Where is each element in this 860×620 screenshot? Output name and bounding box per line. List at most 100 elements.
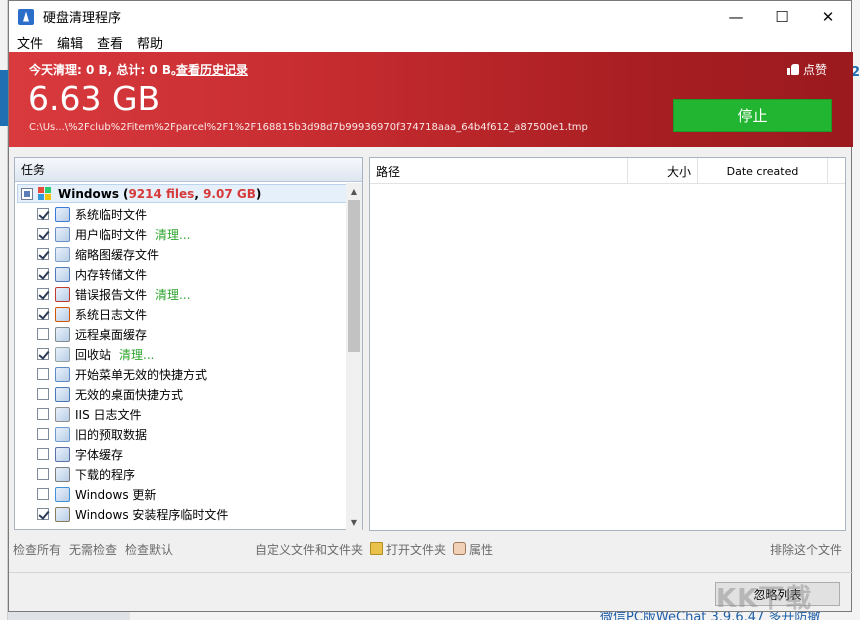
task-item-checkbox[interactable] [37,508,49,520]
task-item-checkbox[interactable] [37,308,49,320]
task-item-label: Windows 安装程序临时文件 [75,507,229,522]
task-item[interactable]: 系统日志文件 [37,304,147,324]
background-window-bottom: 微信PC版WeChat 3.9.6.47 多开防撤 [130,612,860,620]
task-item-checkbox[interactable] [37,428,49,440]
stop-button[interactable]: 停止 [673,99,832,132]
prefetch-icon [55,426,70,442]
tree-root-windows[interactable]: Windows (9214 files, 9.07 GB) [17,184,347,203]
root-size: 9.07 GB [203,186,256,201]
task-item[interactable]: 远程桌面缓存 [37,324,147,344]
root-label: Windows [58,186,119,201]
task-item-status: 清理... [155,227,191,242]
task-item[interactable]: 系统临时文件 [37,204,147,224]
open-folder-link[interactable]: 打开文件夹 [386,541,446,558]
menu-bar: 文件 编辑 查看 帮助 [9,32,851,52]
task-item[interactable]: IIS 日志文件 [37,404,142,424]
check-default-link[interactable]: 检查默认 [125,541,173,558]
task-item[interactable]: 无效的桌面快捷方式 [37,384,183,404]
current-file-path: C:\Us...\%2Fclub%2Fitem%2Fparcel%2F1%2F1… [29,122,588,133]
task-item-checkbox[interactable] [37,368,49,380]
task-item-checkbox[interactable] [37,268,49,280]
column-date-created[interactable]: Date created [698,158,828,184]
task-item-label: Windows 更新 [75,487,157,502]
task-item-label: 回收站 [75,347,112,362]
root-checkbox[interactable] [21,187,33,200]
windows-flag-icon [55,206,70,222]
task-item[interactable]: 下载的程序 [37,464,135,484]
task-item-checkbox[interactable] [37,228,49,240]
maximize-button[interactable]: ☐ [759,1,805,32]
background-blue-strip [0,70,8,126]
task-item-label: 旧的预取数据 [75,427,148,442]
task-item[interactable]: Windows 安装程序临时文件 [37,504,228,524]
status-banner: 今天清理: 0 B, 总计: 0 B。 查看历史记录 点赞 6.63 GB C:… [9,52,853,147]
close-button[interactable]: ✕ [805,1,851,32]
task-item-label: 字体缓存 [75,447,124,462]
task-item-label: IIS 日志文件 [75,407,142,422]
task-scrollbar[interactable]: ▲ ▼ [346,183,362,530]
like-button[interactable]: 点赞 [786,61,827,78]
menu-help[interactable]: 帮助 [131,33,169,52]
recycle-bin-icon [55,346,70,362]
window-controls: — ☐ ✕ [713,1,851,32]
installer-icon [55,506,70,522]
task-item[interactable]: 错误报告文件 清理... [37,284,190,304]
file-list-panel: 路径 大小 Date created [369,157,846,531]
task-item[interactable]: 回收站 清理... [37,344,154,364]
column-path[interactable]: 路径 [370,158,628,184]
task-item-label: 下载的程序 [75,467,136,482]
error-report-icon [55,286,70,302]
title-bar[interactable]: 硬盘清理程序 — ☐ ✕ [9,1,851,32]
task-item-checkbox[interactable] [37,468,49,480]
column-size[interactable]: 大小 [628,158,698,184]
scroll-thumb[interactable] [348,200,360,352]
file-list-header: 路径 大小 Date created [370,158,845,184]
check-all-link[interactable]: 检查所有 [13,541,61,558]
task-item-checkbox[interactable] [37,208,49,220]
menu-view[interactable]: 查看 [91,33,129,52]
task-panel: 任务 Windows (9214 files, 9.07 GB) 系统临时文件用… [14,157,363,530]
task-item[interactable]: Windows 更新 [37,484,156,504]
today-summary: 今天清理: 0 B, 总计: 0 B。 [29,63,184,77]
task-item[interactable]: 用户临时文件 清理... [37,224,190,244]
task-item[interactable]: 开始菜单无效的快捷方式 [37,364,207,384]
background-window-left [0,0,8,620]
task-item-label: 缩略图缓存文件 [75,247,160,262]
background-window-right: 2 [851,0,860,620]
task-item-checkbox[interactable] [37,408,49,420]
window-title: 硬盘清理程序 [43,11,122,26]
task-item-checkbox[interactable] [37,348,49,360]
task-item-checkbox[interactable] [37,388,49,400]
task-item[interactable]: 字体缓存 [37,444,123,464]
properties-hand-icon [453,542,466,555]
task-item-label: 无效的桌面快捷方式 [75,387,184,402]
task-item-checkbox[interactable] [37,488,49,500]
update-icon [55,486,70,502]
task-item-label: 用户临时文件 [75,227,148,242]
custom-files-link[interactable]: 自定义文件和文件夹 [255,541,363,558]
minimize-button[interactable]: — [713,1,759,32]
history-link[interactable]: 查看历史记录 [176,61,248,78]
total-size: 6.63 GB [28,79,161,118]
menu-edit[interactable]: 编辑 [51,33,89,52]
exclude-file-link[interactable]: 排除这个文件 [770,541,842,558]
task-item-checkbox[interactable] [37,448,49,460]
check-none-link[interactable]: 无需检查 [69,541,117,558]
scroll-down-arrow-icon[interactable]: ▼ [346,514,362,530]
task-item-label: 远程桌面缓存 [75,327,148,342]
task-item-label: 内存转储文件 [75,267,148,282]
task-item-label: 开始菜单无效的快捷方式 [75,367,208,382]
task-item[interactable]: 旧的预取数据 [37,424,147,444]
task-item-checkbox[interactable] [37,328,49,340]
ignore-list-button[interactable]: 忽略列表 [715,582,840,606]
task-item-checkbox[interactable] [37,288,49,300]
scroll-up-arrow-icon[interactable]: ▲ [346,183,362,199]
font-icon [55,446,70,462]
menu-file[interactable]: 文件 [11,33,49,52]
properties-link[interactable]: 属性 [469,541,493,558]
task-item[interactable]: 缩略图缓存文件 [37,244,159,264]
task-item-label: 系统临时文件 [75,207,148,222]
memory-icon [55,266,70,282]
task-item-checkbox[interactable] [37,248,49,260]
task-item[interactable]: 内存转储文件 [37,264,147,284]
